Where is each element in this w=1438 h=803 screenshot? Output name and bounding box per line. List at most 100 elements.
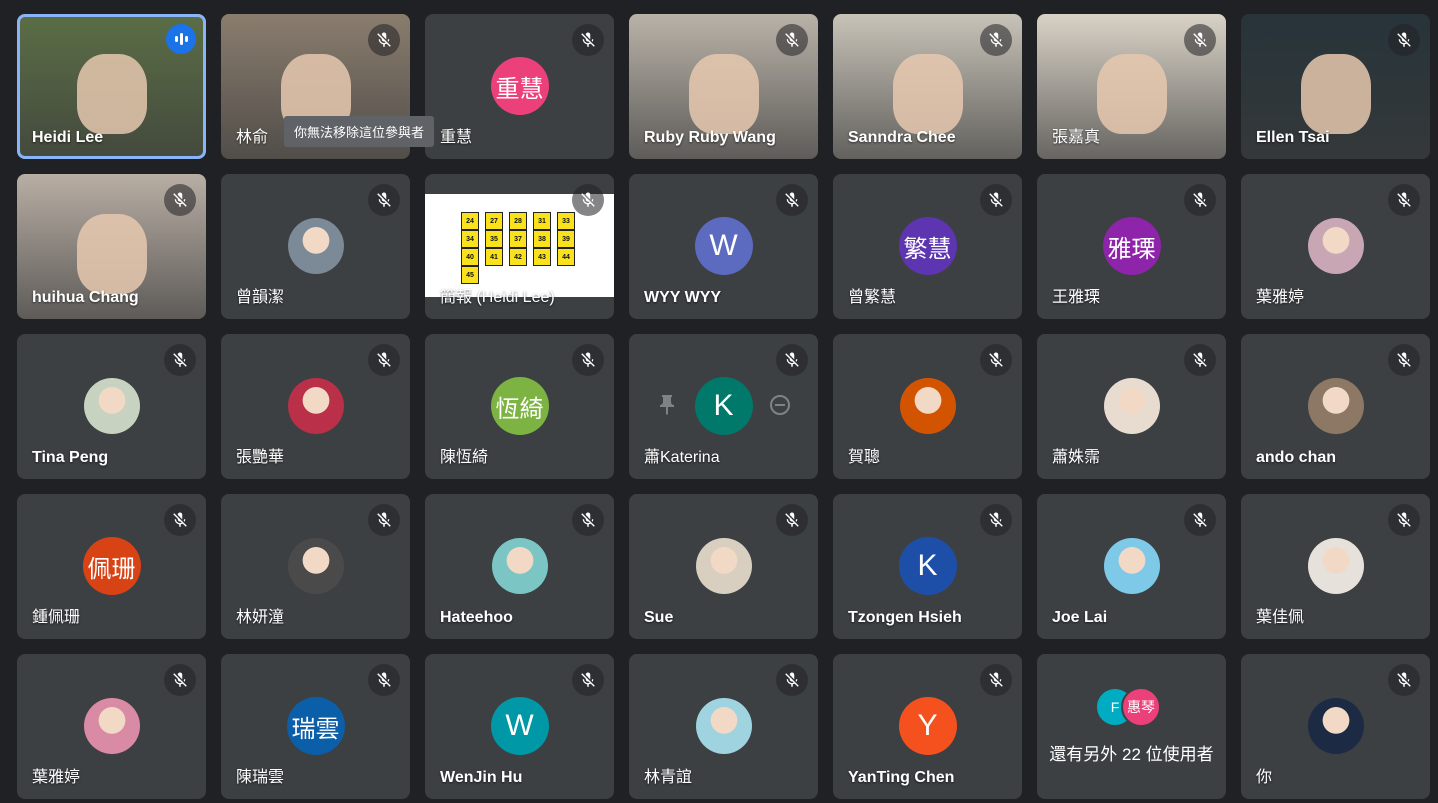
mic-off-icon	[776, 344, 808, 376]
slide-number-cell: 27	[485, 212, 503, 230]
participant-tile[interactable]: 蕭姝霈	[1037, 334, 1226, 479]
remove-participant-tooltip: 你無法移除這位參與者	[284, 116, 435, 147]
video-feed	[892, 54, 963, 134]
mic-off-icon	[776, 184, 808, 216]
mic-off-icon	[1184, 344, 1216, 376]
participant-tile[interactable]: 你	[1241, 654, 1430, 799]
slide-number-cell: 38	[533, 230, 551, 248]
participant-name: Hateehoo	[440, 609, 513, 626]
participant-tile[interactable]: Sue	[629, 494, 818, 639]
participant-name: 林妍潼	[236, 609, 285, 626]
slide-number-cell: 34	[461, 230, 479, 248]
participant-tile[interactable]: Heidi Lee	[17, 14, 206, 159]
participant-tile[interactable]: 張嘉真	[1037, 14, 1226, 159]
mic-off-icon	[1388, 664, 1420, 696]
slide-number-cell: 43	[533, 248, 551, 266]
participant-tile[interactable]: huihua Chang	[17, 174, 206, 319]
avatar-photo	[1103, 378, 1160, 434]
avatar-photo	[1307, 698, 1364, 754]
participant-tile[interactable]: 24 27 28 31 33 34 35 37 38 39 40 41 42 43 44 45 簡報 (Heid…	[425, 174, 614, 319]
slide-number-cell: 42	[509, 248, 527, 266]
participant-tile[interactable]: 重慧 重慧	[425, 14, 614, 159]
mic-off-icon	[776, 504, 808, 536]
participant-tile[interactable]: Ellen Tsai	[1241, 14, 1430, 159]
participant-name: WYY WYY	[644, 289, 722, 306]
avatar-photo	[1307, 538, 1364, 594]
participant-tile[interactable]: 曾韻潔	[221, 174, 410, 319]
participant-tile[interactable]: 林青誼	[629, 654, 818, 799]
participant-tile[interactable]: Hateehoo	[425, 494, 614, 639]
mic-off-icon	[980, 24, 1012, 56]
slide-number-cell: 39	[557, 230, 575, 248]
avatar-initials: W	[490, 697, 549, 755]
avatar-initials: 重慧	[490, 57, 549, 115]
slide-number-cell: 24	[461, 212, 479, 230]
avatar-initials: 繁慧	[898, 217, 957, 275]
participant-name: ando chan	[1256, 449, 1337, 466]
participant-name: Tzongen Hsieh	[848, 609, 962, 626]
participant-name: 葉雅婷	[1256, 289, 1305, 306]
pin-icon[interactable]	[655, 393, 679, 417]
avatar-photo	[491, 538, 548, 594]
participant-tile[interactable]: 雅瑮 王雅瑮	[1037, 174, 1226, 319]
participant-tile[interactable]: W WenJin Hu	[425, 654, 614, 799]
mic-off-icon	[164, 184, 196, 216]
participant-tile[interactable]: 賀聰	[833, 334, 1022, 479]
participant-tile[interactable]: Sanndra Chee	[833, 14, 1022, 159]
mic-off-icon	[1184, 504, 1216, 536]
mic-off-icon	[1388, 24, 1420, 56]
participant-name: 曾繁慧	[848, 289, 897, 306]
mic-off-icon	[572, 184, 604, 216]
participant-name: 賀聰	[848, 449, 881, 466]
participant-tile[interactable]: 佩珊 鍾佩珊	[17, 494, 206, 639]
mic-off-icon	[164, 504, 196, 536]
participant-tile[interactable]: Tina Peng	[17, 334, 206, 479]
more-participants-label[interactable]: 還有另外 22 位使用者	[1037, 740, 1226, 765]
avatar-photo	[287, 538, 344, 594]
participant-name: 你	[1256, 769, 1273, 786]
mic-off-icon	[368, 344, 400, 376]
participant-tile[interactable]: Joe Lai	[1037, 494, 1226, 639]
participant-name: Heidi Lee	[32, 129, 104, 146]
avatar-photo	[83, 378, 140, 434]
participant-name: huihua Chang	[32, 289, 139, 306]
participant-tile[interactable]: 繁慧 曾繁慧	[833, 174, 1022, 319]
slide-number-cell: 35	[485, 230, 503, 248]
avatar-photo	[83, 698, 140, 754]
participant-tile[interactable]: K 蕭Katerina	[629, 334, 818, 479]
mic-off-icon	[1184, 24, 1216, 56]
participant-tile[interactable]: ando chan	[1241, 334, 1430, 479]
participant-tile[interactable]: W WYY WYY	[629, 174, 818, 319]
participant-tile[interactable]: Y YanTing Chen	[833, 654, 1022, 799]
mic-off-icon	[368, 184, 400, 216]
participant-tile[interactable]: K Tzongen Hsieh	[833, 494, 1022, 639]
avatar-photo	[899, 378, 956, 434]
avatar-initials: 雅瑮	[1102, 217, 1161, 275]
participant-tile[interactable]: 瑞雲 陳瑞雲	[221, 654, 410, 799]
avatar-initials: 瑞雲	[286, 697, 345, 755]
participant-tile[interactable]: 張艷華	[221, 334, 410, 479]
participant-name: 重慧	[440, 129, 473, 146]
participant-tile[interactable]: Ruby Ruby Wang	[629, 14, 818, 159]
avatar-initials: K	[898, 537, 957, 595]
video-feed	[1300, 54, 1371, 134]
participant-tile[interactable]: 恆綺 陳恆綺	[425, 334, 614, 479]
remove-icon[interactable]	[768, 393, 792, 417]
participant-name: 陳瑞雲	[236, 769, 285, 786]
mic-off-icon	[980, 664, 1012, 696]
avatar-initials: Y	[898, 697, 957, 755]
participant-tile[interactable]: 葉雅婷	[1241, 174, 1430, 319]
speaking-indicator-icon	[166, 24, 196, 54]
mic-off-icon	[980, 504, 1012, 536]
mic-off-icon	[368, 504, 400, 536]
avatar-photo	[287, 218, 344, 274]
participant-tile[interactable]: F 惠琴 還有另外 22 位使用者	[1037, 654, 1226, 799]
participant-name: Ruby Ruby Wang	[644, 129, 776, 146]
participant-tile[interactable]: 葉雅婷	[17, 654, 206, 799]
participant-tile[interactable]: 林妍潼	[221, 494, 410, 639]
participant-name: 王雅瑮	[1052, 289, 1101, 306]
slide-number-cell: 44	[557, 248, 575, 266]
mic-off-icon	[164, 344, 196, 376]
mic-off-icon	[776, 664, 808, 696]
participant-tile[interactable]: 葉佳佩	[1241, 494, 1430, 639]
